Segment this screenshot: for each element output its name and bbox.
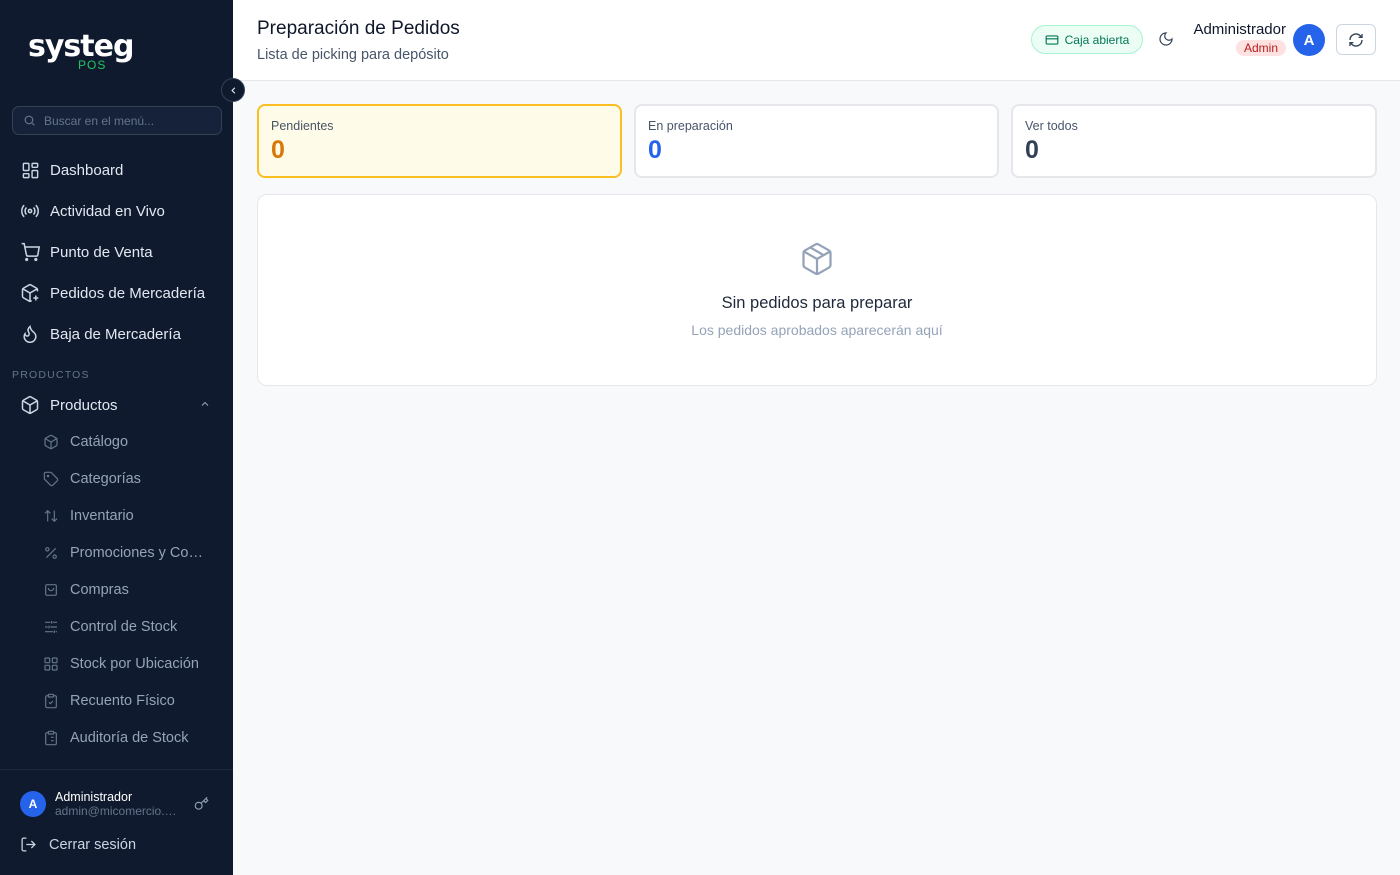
page-header: Preparación de Pedidos Lista de picking … — [233, 0, 1400, 81]
sidebar-subitem-label: Compras — [70, 582, 129, 598]
stat-label: En preparación — [648, 119, 733, 133]
refresh-icon — [1348, 32, 1364, 48]
sidebar-subitem-inventario[interactable]: Inventario — [34, 500, 223, 532]
box-icon — [20, 395, 40, 415]
page-subtitle: Lista de picking para depósito — [257, 47, 449, 63]
chevron-left-icon — [228, 85, 239, 96]
box-icon — [42, 433, 60, 451]
sidebar-item-label: Punto de Venta — [50, 243, 153, 261]
avatar: A — [20, 791, 46, 817]
sort-arrows-icon — [42, 507, 60, 525]
wallet-icon — [1045, 33, 1059, 47]
dashboard-icon — [20, 160, 40, 180]
sidebar-subitem-label: Stock por Ubicación — [70, 656, 199, 672]
sidebar-item-label: Baja de Mercadería — [50, 325, 181, 343]
shopping-bag-icon — [42, 581, 60, 599]
percent-icon — [42, 544, 60, 562]
menu-search[interactable] — [12, 106, 222, 135]
sidebar: systeg POS Dashboard Actividad en Vivo P… — [0, 0, 233, 875]
sidebar-collapse-button[interactable] — [221, 78, 245, 102]
header-user-name: Administrador — [1193, 21, 1286, 38]
stat-value: 0 — [1025, 136, 1039, 164]
sidebar-subitem-label: Categorías — [70, 471, 141, 487]
user-profile[interactable]: A Administrador admin@micomercio.com — [20, 790, 181, 818]
empty-state-description: Los pedidos aprobados aparecerán aquí — [691, 322, 943, 338]
flame-icon — [20, 324, 40, 344]
sidebar-item-dashboard[interactable]: Dashboard — [10, 152, 223, 188]
sidebar-group-label: Productos — [50, 396, 118, 414]
sidebar-subitem-promociones[interactable]: Promociones y Combos — [34, 537, 223, 569]
sidebar-group-productos[interactable]: Productos — [10, 387, 223, 423]
user-menu[interactable]: Administrador Admin — [1188, 21, 1286, 57]
user-name: Administrador — [55, 790, 133, 804]
stat-label: Pendientes — [271, 119, 334, 133]
brand-logo[interactable]: systeg POS — [28, 30, 134, 73]
sidebar-item-label: Actividad en Vivo — [50, 202, 165, 220]
sidebar-subitem-recuento[interactable]: Recuento Físico — [34, 685, 223, 717]
stat-value: 0 — [648, 136, 662, 164]
stat-card-ver-todos[interactable]: Ver todos 0 — [1011, 104, 1377, 178]
grid-icon — [42, 655, 60, 673]
broadcast-icon — [20, 201, 40, 221]
sidebar-subitem-label: Catálogo — [70, 434, 129, 450]
moon-icon[interactable] — [1158, 31, 1174, 47]
sidebar-subitem-control-stock[interactable]: Control de Stock — [34, 611, 223, 643]
search-input[interactable] — [44, 113, 214, 128]
chevron-up-icon — [199, 397, 211, 414]
sidebar-item-label: Dashboard — [50, 161, 124, 179]
clipboard-check-icon — [42, 692, 60, 710]
sidebar-subitem-compras[interactable]: Compras — [34, 574, 223, 606]
user-email: admin@micomercio.com — [55, 804, 181, 818]
clipboard-list-icon — [42, 729, 60, 747]
caja-status-badge[interactable]: Caja abierta — [1031, 25, 1143, 54]
sidebar-subitem-label: Auditoría de Stock — [70, 730, 189, 746]
stat-label: Ver todos — [1025, 119, 1078, 133]
avatar[interactable]: A — [1293, 24, 1325, 56]
search-icon — [23, 114, 36, 127]
sidebar-subitem-label: Inventario — [70, 508, 134, 524]
sidebar-subitem-auditoria[interactable]: Auditoría de Stock — [34, 722, 223, 754]
page-title: Preparación de Pedidos — [257, 18, 460, 39]
sidebar-subitem-categorias[interactable]: Categorías — [34, 463, 223, 495]
tag-icon — [42, 470, 60, 488]
stat-card-pendientes[interactable]: Pendientes 0 — [257, 104, 622, 178]
sidebar-subitem-stock-ubicacion[interactable]: Stock por Ubicación — [34, 648, 223, 680]
logout-label: Cerrar sesión — [49, 836, 137, 853]
section-label-productos: PRODUCTOS — [12, 369, 90, 381]
sidebar-item-punto-de-venta[interactable]: Punto de Venta — [10, 234, 223, 270]
empty-state: Sin pedidos para preparar Los pedidos ap… — [257, 194, 1377, 386]
sidebar-item-label: Pedidos de Mercadería — [50, 284, 206, 302]
cart-icon — [20, 242, 40, 262]
sidebar-footer: A Administrador admin@micomercio.com Cer… — [0, 769, 233, 875]
sidebar-item-baja[interactable]: Baja de Mercadería — [10, 316, 223, 352]
sidebar-subitem-catalogo[interactable]: Catálogo — [34, 426, 223, 458]
sliders-icon — [42, 618, 60, 636]
role-badge: Admin — [1235, 40, 1286, 56]
sidebar-item-pedidos[interactable]: Pedidos de Mercadería — [10, 275, 223, 311]
empty-state-title: Sin pedidos para preparar — [721, 294, 913, 312]
refresh-button[interactable] — [1336, 24, 1376, 55]
sidebar-item-actividad[interactable]: Actividad en Vivo — [10, 193, 223, 229]
caja-status-label: Caja abierta — [1064, 32, 1130, 47]
stat-card-en-preparacion[interactable]: En preparación 0 — [634, 104, 999, 178]
sidebar-subitem-label: Recuento Físico — [70, 693, 175, 709]
logout-button[interactable]: Cerrar sesión — [20, 836, 136, 853]
sidebar-subitem-label: Promociones y Combos — [70, 545, 215, 561]
user-info: Administrador admin@micomercio.com — [55, 790, 181, 818]
logout-icon — [20, 836, 37, 853]
sidebar-subitem-label: Control de Stock — [70, 619, 178, 635]
package-plus-icon — [20, 283, 40, 303]
stat-value: 0 — [271, 136, 285, 164]
key-icon[interactable] — [194, 796, 209, 816]
brand-sub: POS — [78, 58, 107, 72]
box-icon — [799, 241, 835, 282]
